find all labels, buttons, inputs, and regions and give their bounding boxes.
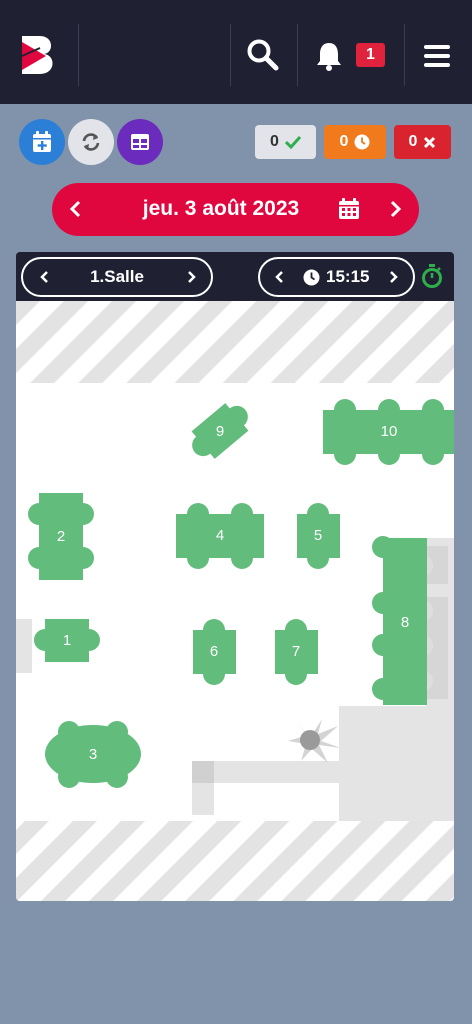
confirmed-count: 0 xyxy=(270,133,279,150)
refresh-icon xyxy=(82,133,100,151)
cancelled-count: 0 xyxy=(408,133,418,150)
current-date[interactable]: jeu. 3 août 2023 xyxy=(122,197,320,221)
close-icon xyxy=(424,136,436,148)
check-icon xyxy=(284,135,301,149)
pending-count-badge[interactable]: 0 xyxy=(324,125,386,159)
next-time-chevron-right-icon[interactable] xyxy=(385,269,401,285)
table-4[interactable]: 4 xyxy=(176,503,264,569)
add-reservation-button[interactable] xyxy=(19,119,65,165)
time-selector: 15:15 xyxy=(258,257,415,297)
divider xyxy=(78,24,79,86)
floor-plan: 1 2 3 4 5 6 7 8 9 10 xyxy=(16,301,454,901)
date-navigator: jeu. 3 août 2023 xyxy=(52,183,419,236)
room-selector: 1.Salle xyxy=(21,257,213,297)
table-8[interactable]: 8 xyxy=(372,536,427,705)
table-6[interactable]: 6 xyxy=(193,619,236,685)
search-icon[interactable] xyxy=(246,38,280,72)
table-5[interactable]: 5 xyxy=(297,503,340,569)
clock-icon xyxy=(354,134,370,150)
next-room-chevron-right-icon[interactable] xyxy=(183,269,199,285)
plant-decoration xyxy=(288,719,341,763)
confirmed-count-badge[interactable]: 0 xyxy=(255,125,316,159)
notification-count-badge[interactable]: 1 xyxy=(356,43,385,67)
clock-icon xyxy=(303,269,320,286)
table-label: 9 xyxy=(216,423,224,440)
table-7[interactable]: 7 xyxy=(275,619,318,685)
table-label: 8 xyxy=(401,614,409,631)
divider xyxy=(230,24,231,86)
hamburger-menu-icon[interactable] xyxy=(422,42,452,70)
calendar-icon[interactable] xyxy=(338,198,360,220)
refresh-button[interactable] xyxy=(68,119,114,165)
table-1[interactable]: 1 xyxy=(34,619,100,662)
table-layout-icon xyxy=(131,134,149,150)
stopwatch-icon[interactable] xyxy=(421,264,443,288)
calendar-plus-icon xyxy=(33,131,51,152)
previous-time-chevron-left-icon[interactable] xyxy=(272,269,288,285)
bell-icon[interactable] xyxy=(313,40,345,72)
table-label: 5 xyxy=(314,527,322,544)
cancelled-count-badge[interactable]: 0 xyxy=(394,125,451,159)
previous-day-chevron-left-icon[interactable] xyxy=(64,197,88,221)
app-logo[interactable] xyxy=(20,34,60,76)
table-label: 7 xyxy=(292,643,300,660)
floorplan-view-button[interactable] xyxy=(117,119,163,165)
top-navbar: 1 xyxy=(0,0,472,104)
table-label: 2 xyxy=(57,528,65,545)
hatched-zone-bottom xyxy=(16,821,454,901)
table-2[interactable]: 2 xyxy=(28,493,94,580)
current-time[interactable]: 15:15 xyxy=(326,267,369,287)
table-label: 1 xyxy=(63,632,71,649)
table-10[interactable]: 10 xyxy=(323,399,454,465)
divider xyxy=(404,24,405,86)
table-label: 6 xyxy=(210,643,218,660)
hatched-zone-top xyxy=(16,301,454,383)
floor-header: 1.Salle 15:15 xyxy=(16,252,454,301)
divider xyxy=(297,24,298,86)
table-label: 10 xyxy=(381,423,398,440)
table-3[interactable]: 3 xyxy=(45,721,141,788)
table-label: 3 xyxy=(89,746,97,763)
next-day-chevron-right-icon[interactable] xyxy=(383,197,407,221)
pending-count: 0 xyxy=(339,133,349,150)
table-label: 4 xyxy=(216,527,224,544)
